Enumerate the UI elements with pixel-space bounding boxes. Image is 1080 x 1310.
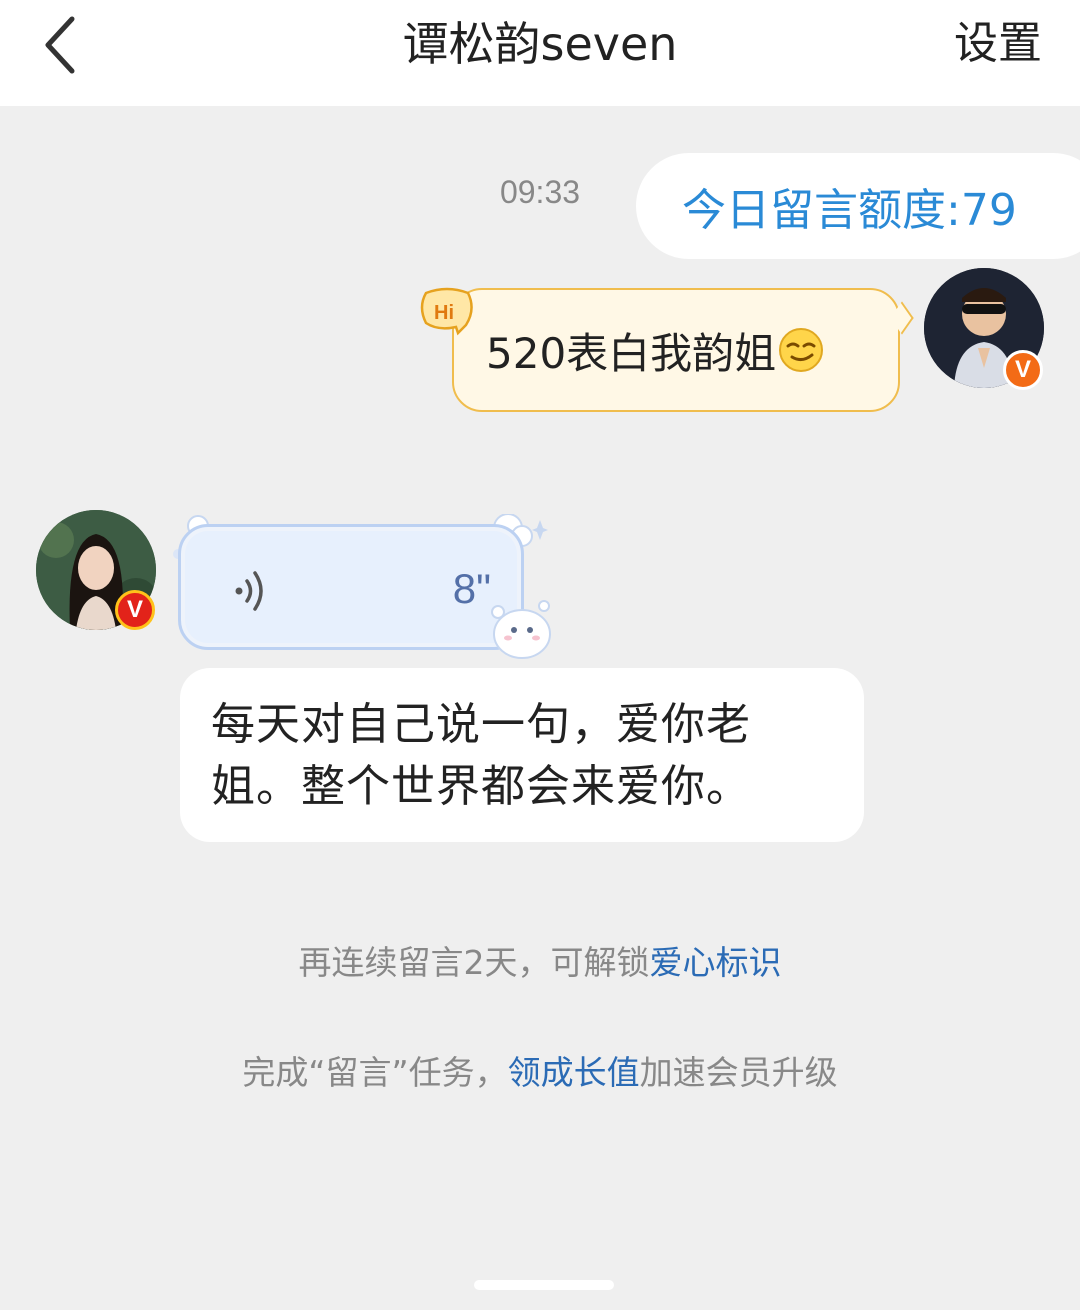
bunny-sticker-icon bbox=[491, 600, 551, 659]
chat-title: 谭松韵seven bbox=[402, 17, 678, 71]
bubble-tail bbox=[890, 301, 914, 335]
hi-badge-icon: Hi bbox=[420, 287, 473, 336]
reply-text-line: 姐。整个世界都会来爱你。 bbox=[211, 761, 751, 812]
reply-text-bubble[interactable]: 每天对自己说一句，爱你老 姐。整个世界都会来爱你。 bbox=[180, 668, 864, 842]
verified-badge-icon: V bbox=[1003, 350, 1043, 390]
reply-text-line: 每天对自己说一句，爱你老 bbox=[211, 699, 751, 750]
smirk-emoji-icon bbox=[779, 328, 824, 372]
sent-message-bubble[interactable]: 520表白我韵姐 bbox=[452, 288, 914, 412]
sent-message-text: 520表白我韵姐 bbox=[486, 328, 777, 378]
top-bar: 谭松韵seven 设置 bbox=[0, 0, 1080, 106]
streak-tip-text: 再连续留言2天，可解锁 bbox=[298, 943, 650, 982]
quota-text: 今日留言额度:79 bbox=[682, 185, 1017, 236]
heart-badge-link[interactable]: 爱心标识 bbox=[650, 943, 782, 982]
hi-badge-text: Hi bbox=[434, 302, 454, 324]
streak-tip: 再连续留言2天，可解锁爱心标识 bbox=[0, 936, 1080, 984]
task-tip-suffix: 加速会员升级 bbox=[639, 1053, 838, 1092]
quota-bubble: 今日留言额度:79 bbox=[636, 153, 1080, 259]
home-indicator bbox=[474, 1280, 614, 1290]
task-tip: 完成“留言”任务，领成长值加速会员升级 bbox=[0, 1046, 1080, 1094]
task-tip-text: 完成“留言”任务， bbox=[242, 1053, 508, 1092]
voice-wave-icon bbox=[235, 571, 263, 611]
growth-value-link[interactable]: 领成长值 bbox=[508, 1053, 640, 1092]
settings-button[interactable]: 设置 bbox=[954, 14, 1042, 74]
message-timestamp: 09:33 bbox=[499, 174, 581, 210]
voice-message-bubble[interactable]: 8" bbox=[178, 524, 524, 650]
verified-badge-icon: V bbox=[115, 590, 155, 630]
